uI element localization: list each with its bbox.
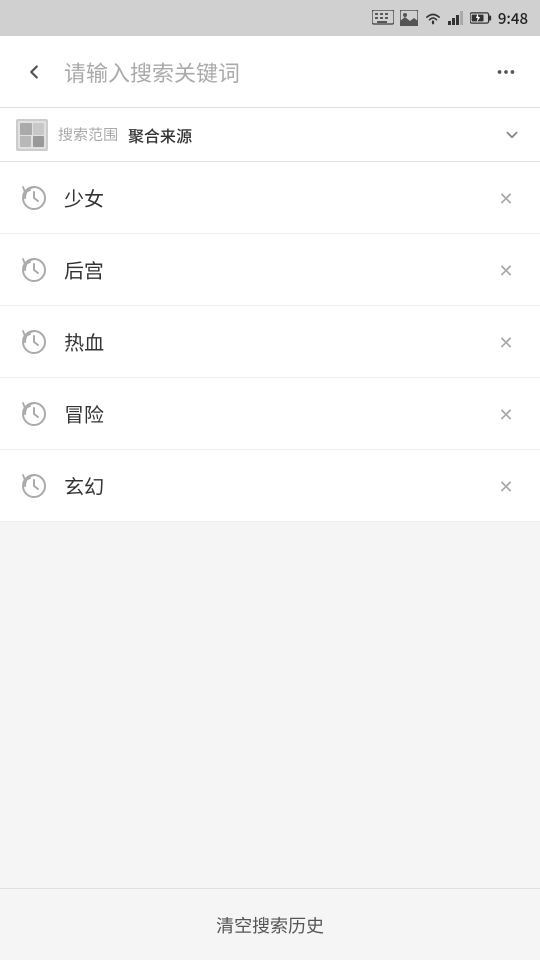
clear-history-button[interactable]: 清空搜索历史 — [0, 888, 540, 960]
status-bar: 9:48 — [0, 0, 540, 36]
history-text: 玄幻 — [64, 471, 476, 500]
wifi-icon — [424, 11, 442, 25]
filter-scope-label: 搜索范围 — [58, 124, 118, 145]
keyboard-icon — [372, 10, 394, 26]
delete-button[interactable]: ✕ — [492, 256, 520, 284]
more-button[interactable] — [488, 54, 524, 90]
status-icons: 9:48 — [372, 8, 528, 29]
history-item[interactable]: 后宫 ✕ — [0, 234, 540, 306]
filter-bar[interactable]: 搜索范围 聚合来源 — [0, 108, 540, 162]
history-item[interactable]: 冒险 ✕ — [0, 378, 540, 450]
history-text: 热血 — [64, 327, 476, 356]
delete-button[interactable]: ✕ — [492, 400, 520, 428]
history-text: 后宫 — [64, 255, 476, 284]
signal-icon — [448, 11, 464, 25]
history-clock-icon — [20, 184, 48, 212]
delete-button[interactable]: ✕ — [492, 184, 520, 212]
delete-button[interactable]: ✕ — [492, 328, 520, 356]
clear-label: 清空搜索历史 — [216, 912, 324, 938]
image-icon — [400, 10, 418, 26]
battery-icon — [470, 11, 492, 25]
history-clock-icon — [20, 400, 48, 428]
history-clock-icon — [20, 256, 48, 284]
history-clock-icon — [20, 472, 48, 500]
back-button[interactable] — [16, 54, 52, 90]
filter-map-icon — [16, 119, 48, 151]
search-placeholder[interactable]: 请输入搜索关键词 — [64, 56, 476, 88]
filter-value: 聚合来源 — [128, 123, 192, 147]
history-item[interactable]: 热血 ✕ — [0, 306, 540, 378]
history-text: 冒险 — [64, 399, 476, 428]
history-text: 少女 — [64, 183, 476, 212]
filter-dropdown-button[interactable] — [500, 123, 524, 147]
nav-bar: 请输入搜索关键词 — [0, 36, 540, 108]
history-list: 少女 ✕ 后宫 ✕ 热血 ✕ — [0, 162, 540, 522]
delete-button[interactable]: ✕ — [492, 472, 520, 500]
history-clock-icon — [20, 328, 48, 356]
history-item[interactable]: 玄幻 ✕ — [0, 450, 540, 522]
history-item[interactable]: 少女 ✕ — [0, 162, 540, 234]
status-time: 9:48 — [498, 8, 528, 29]
